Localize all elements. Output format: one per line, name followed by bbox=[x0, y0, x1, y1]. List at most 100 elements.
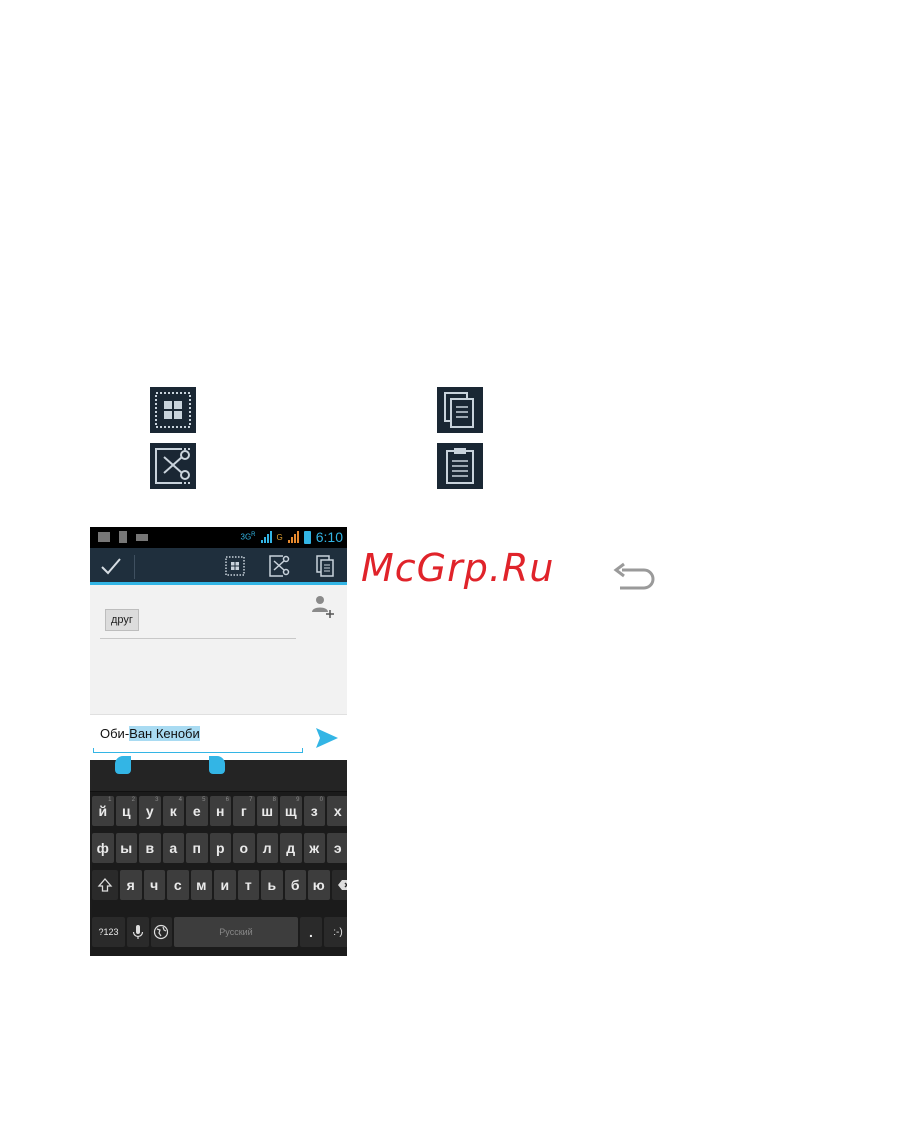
signal-3g-icon bbox=[260, 531, 272, 543]
cut-icon bbox=[150, 443, 196, 489]
key-label: а bbox=[169, 840, 178, 856]
backspace-key[interactable] bbox=[331, 870, 347, 900]
message-text[interactable]: Оби-Ван Кеноби bbox=[100, 726, 200, 741]
key-label: ц bbox=[121, 803, 131, 819]
key-ч[interactable]: ч bbox=[143, 870, 165, 900]
key-д[interactable]: д bbox=[280, 833, 302, 863]
key-у[interactable]: у3 bbox=[139, 796, 161, 826]
key-hint: 5 bbox=[202, 797, 206, 803]
recipient-area: друг bbox=[90, 588, 347, 714]
key-н[interactable]: н6 bbox=[209, 796, 231, 826]
key-label: о bbox=[239, 840, 249, 856]
key-о[interactable]: о bbox=[233, 833, 255, 863]
key-label: ы bbox=[120, 840, 133, 856]
key-х[interactable]: х bbox=[327, 796, 347, 826]
key-label: р bbox=[215, 840, 225, 856]
key-ж[interactable]: ж bbox=[303, 833, 325, 863]
key-hint: 3 bbox=[155, 797, 159, 803]
recipient-field-underline bbox=[100, 638, 296, 639]
key-hint: 6 bbox=[225, 797, 229, 803]
key-з[interactable]: з0 bbox=[303, 796, 325, 826]
key-р[interactable]: р bbox=[209, 833, 231, 863]
text-selection-action-bar bbox=[90, 548, 347, 585]
key-ф[interactable]: ф bbox=[92, 833, 114, 863]
network-g-label: G bbox=[276, 532, 283, 542]
keyboard: й1ц2у3к4е5н6г7ш8щ9з0х фывапролджэ ячсмит… bbox=[90, 760, 347, 956]
key-label: ь bbox=[267, 877, 277, 893]
key-hint: 9 bbox=[296, 797, 300, 803]
shift-icon bbox=[97, 878, 113, 892]
key-label: ю bbox=[312, 877, 325, 893]
key-м[interactable]: м bbox=[190, 870, 212, 900]
key-г[interactable]: г7 bbox=[233, 796, 255, 826]
key-label: я bbox=[126, 877, 135, 893]
key-hint: 2 bbox=[131, 797, 135, 803]
key-label: б bbox=[290, 877, 300, 893]
key-э[interactable]: э bbox=[327, 833, 347, 863]
key-ш[interactable]: ш8 bbox=[256, 796, 278, 826]
key-с[interactable]: с bbox=[167, 870, 189, 900]
key-label: ж bbox=[309, 840, 320, 856]
shift-key[interactable] bbox=[92, 870, 118, 900]
backspace-icon bbox=[337, 880, 347, 890]
key-ц[interactable]: ц2 bbox=[115, 796, 137, 826]
key-label: т bbox=[244, 877, 252, 893]
key-label: п bbox=[192, 840, 201, 856]
key-и[interactable]: и bbox=[214, 870, 236, 900]
key-label: з bbox=[310, 803, 318, 819]
recipient-chip[interactable]: друг bbox=[105, 609, 139, 631]
key-label: е bbox=[192, 803, 201, 819]
key-hint: 8 bbox=[272, 797, 276, 803]
key-щ[interactable]: щ9 bbox=[280, 796, 302, 826]
key-hint: 7 bbox=[249, 797, 253, 803]
message-compose-field[interactable]: Оби-Ван Кеноби bbox=[90, 714, 347, 760]
key-к[interactable]: к4 bbox=[162, 796, 184, 826]
key-label: ф bbox=[96, 840, 109, 856]
battery-icon bbox=[303, 530, 311, 544]
key-label: л bbox=[262, 840, 272, 856]
send-icon[interactable] bbox=[315, 727, 339, 749]
message-text-plain: Оби- bbox=[100, 726, 130, 741]
key-label: д bbox=[286, 840, 296, 856]
network-3g-label: 3GR bbox=[240, 532, 256, 542]
voice-input-key[interactable] bbox=[127, 917, 149, 947]
selection-handle-right[interactable] bbox=[209, 756, 225, 774]
key-ю[interactable]: ю bbox=[308, 870, 330, 900]
add-contact-icon[interactable] bbox=[311, 594, 335, 618]
key-label: э bbox=[333, 840, 342, 856]
key-е[interactable]: е5 bbox=[186, 796, 208, 826]
smiley-key[interactable]: :-) bbox=[324, 917, 347, 947]
message-text-selected: Ван Кеноби bbox=[129, 726, 200, 741]
back-icon bbox=[613, 562, 655, 590]
key-label: в bbox=[145, 840, 155, 856]
microphone-icon bbox=[132, 925, 143, 939]
key-label: щ bbox=[284, 803, 297, 819]
key-label: у bbox=[145, 803, 154, 819]
key-п[interactable]: п bbox=[186, 833, 208, 863]
selection-handle-left[interactable] bbox=[115, 756, 131, 774]
key-label: и bbox=[220, 877, 230, 893]
signal-g-icon bbox=[287, 531, 299, 543]
key-а[interactable]: а bbox=[162, 833, 184, 863]
key-hint: 4 bbox=[178, 797, 182, 803]
key-я[interactable]: я bbox=[120, 870, 142, 900]
cut-icon[interactable] bbox=[266, 553, 292, 579]
key-й[interactable]: й1 bbox=[92, 796, 114, 826]
key-л[interactable]: л bbox=[256, 833, 278, 863]
key-label: м bbox=[196, 877, 207, 893]
space-key[interactable]: Русский bbox=[174, 917, 298, 947]
select-all-icon[interactable] bbox=[222, 553, 248, 579]
key-label: н bbox=[216, 803, 225, 819]
select-all-icon bbox=[150, 387, 196, 433]
key-ы[interactable]: ы bbox=[115, 833, 137, 863]
period-key[interactable]: . bbox=[300, 917, 322, 947]
language-key[interactable] bbox=[150, 917, 172, 947]
key-б[interactable]: б bbox=[284, 870, 306, 900]
key-в[interactable]: в bbox=[139, 833, 161, 863]
copy-icon bbox=[437, 387, 483, 433]
key-т[interactable]: т bbox=[237, 870, 259, 900]
check-icon[interactable] bbox=[100, 555, 122, 577]
key-ь[interactable]: ь bbox=[261, 870, 283, 900]
symbols-key[interactable]: ?123 bbox=[92, 917, 125, 947]
copy-icon[interactable] bbox=[312, 553, 338, 579]
